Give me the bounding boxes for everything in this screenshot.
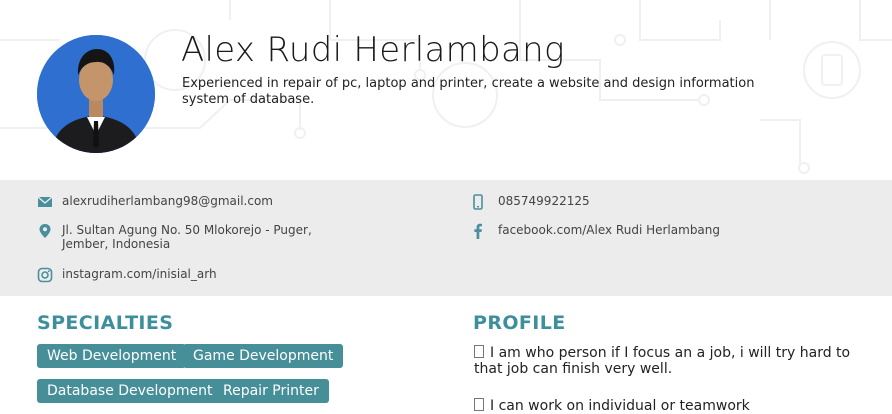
- specialties-title: SPECIALTIES: [37, 312, 174, 334]
- location-pin-icon: [39, 224, 51, 238]
- phone-text: 085749922125: [498, 194, 590, 208]
- email-text: alexrudiherlambang98@gmail.com: [62, 194, 273, 208]
- avatar-photo: [37, 35, 155, 153]
- instagram-icon: [37, 267, 53, 283]
- bullet-box-icon: [474, 345, 484, 358]
- specialty-tag: Database Development: [37, 379, 223, 403]
- specialty-tag: Web Development: [37, 344, 187, 368]
- profile-tagline: Experienced in repair of pc, laptop and …: [182, 76, 755, 107]
- phone-icon: [473, 194, 483, 210]
- profile-item: I can work on individual or teamwork: [474, 398, 854, 414]
- instagram-text: instagram.com/inisial_arh: [62, 267, 217, 281]
- profile-header: Alex Rudi Herlambang Experienced in repa…: [0, 0, 892, 180]
- profile-item-text: I can work on individual or teamwork: [490, 398, 750, 414]
- profile-item-text: I am who person if I focus an a job, i w…: [474, 345, 851, 377]
- facebook-icon: [474, 223, 482, 239]
- profile-name: Alex Rudi Herlambang: [181, 30, 565, 70]
- contact-bar: alexrudiherlambang98@gmail.com 085749922…: [0, 180, 892, 296]
- specialty-tag: Repair Printer: [213, 379, 329, 403]
- bullet-box-icon: [474, 398, 484, 411]
- mail-icon: [37, 196, 53, 207]
- profile-item: I am who person if I focus an a job, i w…: [474, 345, 854, 377]
- profile-section-title: PROFILE: [473, 312, 566, 334]
- specialty-tag: Game Development: [183, 344, 344, 368]
- facebook-text: facebook.com/Alex Rudi Herlambang: [498, 223, 721, 237]
- address-text: Jl. Sultan Agung No. 50 Mlokorejo - Puge…: [62, 223, 312, 251]
- avatar: [37, 35, 155, 153]
